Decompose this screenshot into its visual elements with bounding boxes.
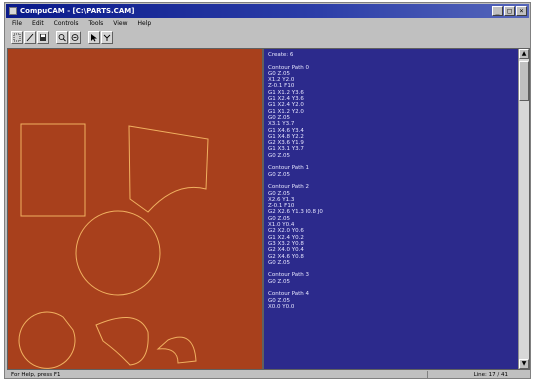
scroll-thumb[interactable] [519, 61, 529, 101]
menu-bar: File Edit Controls Tools View Help [7, 19, 528, 29]
code-line[interactable]: X0.0 Y0.0 [268, 304, 515, 310]
select-tool-icon [13, 33, 21, 42]
code-listing: Create: 6 Contour Path 0 G0 Z.05 X1.2 Y2.0 Z… [268, 52, 515, 310]
drawing-canvas[interactable] [7, 48, 263, 370]
zoom-out-icon [71, 34, 79, 41]
vertical-scrollbar[interactable]: ▲ ▼ [518, 49, 529, 369]
maximize-button[interactable]: □ [504, 6, 515, 16]
title-bar[interactable]: CompuCAM - [C:\PARTS.CAM] _ □ × [6, 4, 529, 18]
close-button[interactable]: × [516, 6, 527, 16]
nc-code-panel[interactable]: Create: 6 Contour Path 0 G0 Z.05 X1.2 Y2.0 Z… [263, 48, 530, 370]
app-window: CompuCAM - [C:\PARTS.CAM] _ □ × File Edi… [4, 2, 531, 379]
menu-view[interactable]: View [108, 19, 132, 29]
select-tool-button[interactable] [11, 31, 23, 44]
geometry-view [18, 123, 209, 369]
pointer-button[interactable] [88, 31, 100, 44]
zoom-out-button[interactable] [69, 31, 81, 44]
crescent-part-middle[interactable] [95, 316, 149, 366]
crescent-part-right[interactable] [156, 336, 197, 364]
app-icon[interactable] [9, 7, 17, 15]
circle-part[interactable] [75, 210, 161, 296]
menu-edit[interactable]: Edit [27, 19, 49, 29]
zoom-in-button[interactable] [56, 31, 68, 44]
status-bar: For Help, press F1 Line: 17 / 41 [7, 371, 528, 378]
settings-icon [103, 34, 111, 41]
menu-file[interactable]: File [7, 19, 27, 29]
quadrilateral-part[interactable] [128, 125, 209, 213]
status-line-indicator: Line: 17 / 41 [473, 372, 508, 378]
line-tool-icon [26, 33, 34, 42]
toolbar [11, 31, 113, 45]
scroll-down-button[interactable]: ▼ [519, 359, 529, 369]
menu-controls[interactable]: Controls [49, 19, 84, 29]
window-controls: _ □ × [492, 6, 527, 16]
menu-tools[interactable]: Tools [84, 19, 109, 29]
save-button[interactable] [37, 31, 49, 44]
arc-part-left[interactable] [18, 311, 76, 369]
scroll-up-button[interactable]: ▲ [519, 49, 529, 59]
pointer-icon [91, 34, 97, 42]
window-title: CompuCAM - [C:\PARTS.CAM] [20, 7, 135, 15]
zoom-in-icon [58, 34, 66, 42]
menu-help[interactable]: Help [133, 19, 157, 29]
status-help-text: For Help, press F1 [11, 372, 61, 378]
save-icon [40, 34, 46, 41]
rectangle-part[interactable] [20, 123, 86, 217]
settings-button[interactable] [101, 31, 113, 44]
line-tool-button[interactable] [24, 31, 36, 44]
minimize-button[interactable]: _ [492, 6, 503, 16]
